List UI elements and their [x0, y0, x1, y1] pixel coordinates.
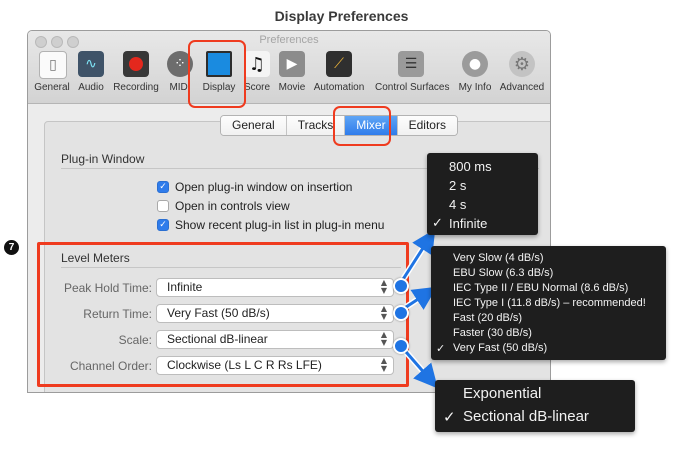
scale-knob — [393, 338, 409, 354]
menu-item[interactable]: Faster (30 dB/s) — [453, 327, 532, 339]
peak-hold-connector — [398, 228, 436, 285]
scale-menu: Exponential ✓ Sectional dB-linear — [435, 380, 635, 432]
menu-item[interactable]: IEC Type II / EBU Normal (8.6 dB/s) — [453, 282, 628, 294]
menu-item[interactable]: Infinite — [449, 216, 487, 231]
return-time-knob — [393, 305, 409, 321]
menu-item[interactable]: Sectional dB-linear — [463, 408, 589, 425]
menu-item[interactable]: 800 ms — [449, 159, 492, 174]
menu-item[interactable]: 2 s — [449, 178, 466, 193]
peak-hold-menu: 800 ms 2 s 4 s ✓ Infinite — [427, 153, 538, 235]
menu-item[interactable]: 4 s — [449, 197, 466, 212]
menu-item[interactable]: Exponential — [463, 385, 541, 402]
peak-hold-knob — [393, 278, 409, 294]
checkmark-icon: ✓ — [443, 408, 456, 426]
checkmark-icon: ✓ — [432, 216, 443, 231]
menu-item[interactable]: EBU Slow (6.3 dB/s) — [453, 267, 553, 279]
return-time-menu: Very Slow (4 dB/s) EBU Slow (6.3 dB/s) I… — [431, 246, 666, 360]
menu-item[interactable]: IEC Type I (11.8 dB/s) – recommended! — [453, 297, 646, 309]
checkmark-icon: ✓ — [436, 342, 446, 355]
menu-item[interactable]: Very Slow (4 dB/s) — [453, 252, 543, 264]
menu-item[interactable]: Fast (20 dB/s) — [453, 312, 522, 324]
menu-item[interactable]: Very Fast (50 dB/s) — [453, 342, 547, 354]
